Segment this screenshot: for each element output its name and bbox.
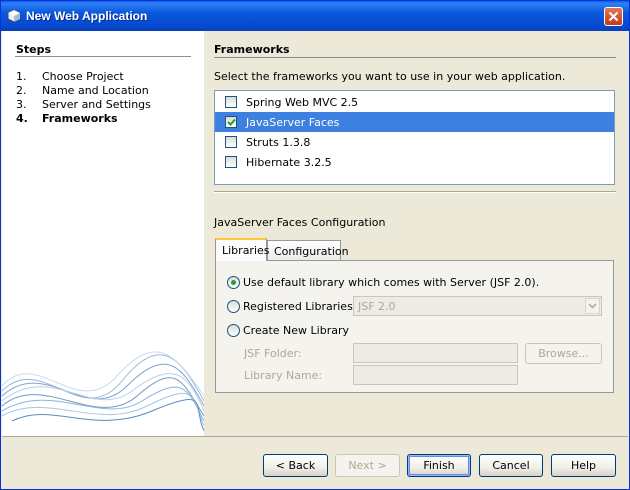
registered-libraries-value: JSF 2.0 [358, 300, 396, 313]
jsf-folder-field[interactable] [353, 343, 518, 363]
title-bar[interactable]: New Web Application [1, 1, 629, 31]
next-button[interactable]: Next > [335, 454, 400, 477]
dropdown-button[interactable] [585, 298, 600, 314]
config-title: JavaServer Faces Configuration [214, 216, 386, 229]
close-icon [608, 11, 619, 22]
framework-item-jsf[interactable]: JavaServer Faces [215, 112, 614, 132]
framework-checkbox[interactable] [225, 136, 237, 148]
radio-registered-libraries[interactable] [227, 300, 240, 313]
title-divider [214, 57, 616, 58]
window-title: New Web Application [26, 9, 148, 23]
framework-checkbox[interactable] [225, 96, 237, 108]
close-button[interactable] [604, 7, 623, 26]
framework-item-hibernate[interactable]: Hibernate 3.2.5 [215, 152, 614, 172]
cancel-button[interactable]: Cancel [479, 454, 543, 477]
section-divider-highlight [214, 192, 616, 193]
jsf-folder-label: JSF Folder: [244, 347, 302, 360]
framework-label: Spring Web MVC 2.5 [246, 96, 359, 109]
steps-panel: Steps 1. Choose Project 2. Name and Locati… [2, 31, 204, 436]
frameworks-description: Select the frameworks you want to use in… [214, 70, 566, 83]
registered-libraries-select[interactable]: JSF 2.0 [353, 296, 602, 316]
radio-registered-libraries-label: Registered Libraries: [243, 300, 357, 313]
steps-title: Steps [16, 43, 52, 56]
step-frameworks: 4. Frameworks [16, 112, 118, 125]
page-title: Frameworks [214, 43, 290, 56]
framework-checkbox[interactable] [225, 156, 237, 168]
radio-create-new-library-label: Create New Library [243, 324, 349, 337]
footer-divider [2, 436, 628, 437]
step-name-location: 2. Name and Location [16, 84, 149, 97]
radio-create-new-library[interactable] [227, 324, 240, 337]
step-choose-project: 1. Choose Project [16, 70, 124, 83]
browse-button[interactable]: Browse... [525, 343, 602, 364]
radio-default-library-label: Use default library which comes with Ser… [243, 276, 540, 289]
finish-button[interactable]: Finish [407, 454, 471, 477]
frameworks-list[interactable]: Spring Web MVC 2.5 JavaServer Faces Stru… [214, 90, 615, 185]
help-button[interactable]: Help [551, 454, 616, 477]
radio-selected-dot [231, 280, 236, 285]
tab-label: Libraries [222, 244, 270, 257]
library-name-label: Library Name: [244, 369, 323, 382]
framework-item-struts[interactable]: Struts 1.3.8 [215, 132, 614, 152]
framework-label: Struts 1.3.8 [246, 136, 311, 149]
tab-libraries[interactable]: Libraries [215, 238, 270, 261]
steps-divider [15, 56, 191, 57]
checkmark-icon [227, 118, 236, 126]
app-icon [7, 9, 21, 23]
radio-default-library[interactable] [227, 276, 240, 289]
tab-label: Configuration [274, 245, 349, 258]
framework-item-spring[interactable]: Spring Web MVC 2.5 [215, 92, 614, 112]
chevron-down-icon [588, 303, 597, 309]
library-name-field[interactable] [353, 365, 518, 385]
framework-checkbox[interactable] [225, 116, 237, 128]
framework-label: Hibernate 3.2.5 [246, 156, 332, 169]
step-server-settings: 3. Server and Settings [16, 98, 151, 111]
wizard-window: New Web Application Steps 1. Choose Proje… [0, 0, 630, 490]
decorative-waves [2, 351, 204, 432]
framework-label: JavaServer Faces [246, 116, 340, 129]
back-button[interactable]: < Back [263, 454, 328, 477]
tab-configuration[interactable]: Configuration [267, 240, 349, 260]
